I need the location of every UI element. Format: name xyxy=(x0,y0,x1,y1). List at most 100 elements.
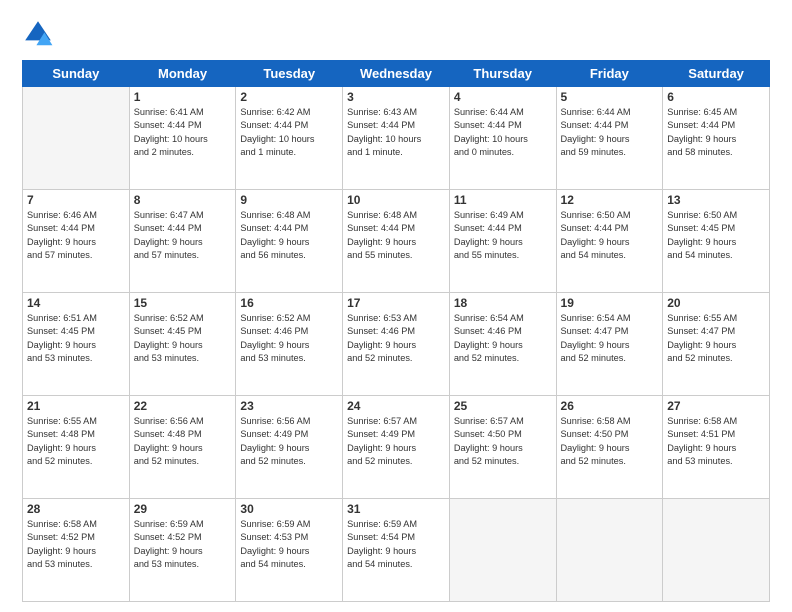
day-info: Sunrise: 6:57 AMSunset: 4:50 PMDaylight:… xyxy=(454,415,552,468)
day-info: Sunrise: 6:55 AMSunset: 4:48 PMDaylight:… xyxy=(27,415,125,468)
calendar-cell: 21 Sunrise: 6:55 AMSunset: 4:48 PMDayligh… xyxy=(23,396,130,499)
day-info: Sunrise: 6:50 AMSunset: 4:44 PMDaylight:… xyxy=(561,209,659,262)
day-number: 15 xyxy=(134,296,232,310)
calendar-cell: 2 Sunrise: 6:42 AMSunset: 4:44 PMDaylight… xyxy=(236,87,343,190)
calendar-cell: 22 Sunrise: 6:56 AMSunset: 4:48 PMDayligh… xyxy=(129,396,236,499)
calendar-cell: 13Sunrise: 6:50 AMSunset: 4:45 PMDayligh… xyxy=(663,190,770,293)
week-row-0: 1 Sunrise: 6:41 AMSunset: 4:44 PMDaylight… xyxy=(23,87,770,190)
day-number: 2 xyxy=(240,90,338,104)
calendar-cell xyxy=(556,499,663,602)
day-number: 23 xyxy=(240,399,338,413)
day-number: 21 xyxy=(27,399,125,413)
dow-header-saturday: Saturday xyxy=(663,61,770,87)
day-number: 1 xyxy=(134,90,232,104)
day-info: Sunrise: 6:41 AMSunset: 4:44 PMDaylight:… xyxy=(134,106,232,159)
week-row-3: 21 Sunrise: 6:55 AMSunset: 4:48 PMDayligh… xyxy=(23,396,770,499)
calendar-cell: 1 Sunrise: 6:41 AMSunset: 4:44 PMDaylight… xyxy=(129,87,236,190)
calendar-cell: 9 Sunrise: 6:48 AMSunset: 4:44 PMDaylight… xyxy=(236,190,343,293)
dow-header-tuesday: Tuesday xyxy=(236,61,343,87)
calendar-cell: 12 Sunrise: 6:50 AMSunset: 4:44 PMDayligh… xyxy=(556,190,663,293)
day-info: Sunrise: 6:44 AMSunset: 4:44 PMDaylight:… xyxy=(454,106,552,159)
day-info: Sunrise: 6:52 AMSunset: 4:45 PMDaylight:… xyxy=(134,312,232,365)
day-number: 16 xyxy=(240,296,338,310)
calendar-cell: 4 Sunrise: 6:44 AMSunset: 4:44 PMDaylight… xyxy=(449,87,556,190)
day-info: Sunrise: 6:58 AMSunset: 4:51 PMDaylight:… xyxy=(667,415,765,468)
day-info: Sunrise: 6:58 AMSunset: 4:52 PMDaylight:… xyxy=(27,518,125,571)
calendar-cell: 25 Sunrise: 6:57 AMSunset: 4:50 PMDayligh… xyxy=(449,396,556,499)
day-number: 31 xyxy=(347,502,445,516)
calendar-cell: 6 Sunrise: 6:45 AMSunset: 4:44 PMDaylight… xyxy=(663,87,770,190)
day-info: Sunrise: 6:54 AMSunset: 4:47 PMDaylight:… xyxy=(561,312,659,365)
calendar-cell: 27 Sunrise: 6:58 AMSunset: 4:51 PMDayligh… xyxy=(663,396,770,499)
calendar-cell: 7 Sunrise: 6:46 AMSunset: 4:44 PMDaylight… xyxy=(23,190,130,293)
day-info: Sunrise: 6:54 AMSunset: 4:46 PMDaylight:… xyxy=(454,312,552,365)
day-number: 10 xyxy=(347,193,445,207)
calendar-cell: 11Sunrise: 6:49 AMSunset: 4:44 PMDayligh… xyxy=(449,190,556,293)
calendar-cell: 14Sunrise: 6:51 AMSunset: 4:45 PMDayligh… xyxy=(23,293,130,396)
day-info: Sunrise: 6:47 AMSunset: 4:44 PMDaylight:… xyxy=(134,209,232,262)
calendar-cell: 28 Sunrise: 6:58 AMSunset: 4:52 PMDayligh… xyxy=(23,499,130,602)
day-info: Sunrise: 6:42 AMSunset: 4:44 PMDaylight:… xyxy=(240,106,338,159)
day-info: Sunrise: 6:56 AMSunset: 4:49 PMDaylight:… xyxy=(240,415,338,468)
calendar-cell: 26 Sunrise: 6:58 AMSunset: 4:50 PMDayligh… xyxy=(556,396,663,499)
calendar-cell: 16 Sunrise: 6:52 AMSunset: 4:46 PMDayligh… xyxy=(236,293,343,396)
calendar-body: 1 Sunrise: 6:41 AMSunset: 4:44 PMDaylight… xyxy=(23,87,770,602)
page: SundayMondayTuesdayWednesdayThursdayFrid… xyxy=(0,0,792,612)
day-number: 27 xyxy=(667,399,765,413)
day-number: 26 xyxy=(561,399,659,413)
week-row-1: 7 Sunrise: 6:46 AMSunset: 4:44 PMDaylight… xyxy=(23,190,770,293)
day-number: 20 xyxy=(667,296,765,310)
day-info: Sunrise: 6:50 AMSunset: 4:45 PMDaylight:… xyxy=(667,209,765,262)
day-number: 18 xyxy=(454,296,552,310)
day-info: Sunrise: 6:53 AMSunset: 4:46 PMDaylight:… xyxy=(347,312,445,365)
week-row-4: 28 Sunrise: 6:58 AMSunset: 4:52 PMDayligh… xyxy=(23,499,770,602)
day-number: 8 xyxy=(134,193,232,207)
dow-header-sunday: Sunday xyxy=(23,61,130,87)
logo-icon xyxy=(22,18,54,50)
calendar-cell: 30Sunrise: 6:59 AMSunset: 4:53 PMDayligh… xyxy=(236,499,343,602)
calendar-table: SundayMondayTuesdayWednesdayThursdayFrid… xyxy=(22,60,770,602)
day-info: Sunrise: 6:55 AMSunset: 4:47 PMDaylight:… xyxy=(667,312,765,365)
calendar-cell: 20 Sunrise: 6:55 AMSunset: 4:47 PMDayligh… xyxy=(663,293,770,396)
day-number: 19 xyxy=(561,296,659,310)
day-info: Sunrise: 6:48 AMSunset: 4:44 PMDaylight:… xyxy=(240,209,338,262)
day-info: Sunrise: 6:46 AMSunset: 4:44 PMDaylight:… xyxy=(27,209,125,262)
calendar-cell xyxy=(663,499,770,602)
day-info: Sunrise: 6:52 AMSunset: 4:46 PMDaylight:… xyxy=(240,312,338,365)
calendar-cell: 24Sunrise: 6:57 AMSunset: 4:49 PMDayligh… xyxy=(343,396,450,499)
day-number: 14 xyxy=(27,296,125,310)
day-number: 12 xyxy=(561,193,659,207)
day-number: 7 xyxy=(27,193,125,207)
week-row-2: 14Sunrise: 6:51 AMSunset: 4:45 PMDayligh… xyxy=(23,293,770,396)
day-info: Sunrise: 6:44 AMSunset: 4:44 PMDaylight:… xyxy=(561,106,659,159)
calendar-cell: 8 Sunrise: 6:47 AMSunset: 4:44 PMDaylight… xyxy=(129,190,236,293)
day-info: Sunrise: 6:56 AMSunset: 4:48 PMDaylight:… xyxy=(134,415,232,468)
calendar-cell xyxy=(23,87,130,190)
day-info: Sunrise: 6:59 AMSunset: 4:52 PMDaylight:… xyxy=(134,518,232,571)
day-number: 9 xyxy=(240,193,338,207)
day-number: 17 xyxy=(347,296,445,310)
calendar-cell: 31Sunrise: 6:59 AMSunset: 4:54 PMDayligh… xyxy=(343,499,450,602)
day-number: 28 xyxy=(27,502,125,516)
day-number: 4 xyxy=(454,90,552,104)
day-info: Sunrise: 6:45 AMSunset: 4:44 PMDaylight:… xyxy=(667,106,765,159)
calendar-cell: 18 Sunrise: 6:54 AMSunset: 4:46 PMDayligh… xyxy=(449,293,556,396)
calendar-cell: 23 Sunrise: 6:56 AMSunset: 4:49 PMDayligh… xyxy=(236,396,343,499)
calendar-cell: 10Sunrise: 6:48 AMSunset: 4:44 PMDayligh… xyxy=(343,190,450,293)
dow-header-thursday: Thursday xyxy=(449,61,556,87)
day-info: Sunrise: 6:49 AMSunset: 4:44 PMDaylight:… xyxy=(454,209,552,262)
calendar-cell: 19 Sunrise: 6:54 AMSunset: 4:47 PMDayligh… xyxy=(556,293,663,396)
day-number: 5 xyxy=(561,90,659,104)
day-number: 25 xyxy=(454,399,552,413)
calendar-cell: 5 Sunrise: 6:44 AMSunset: 4:44 PMDaylight… xyxy=(556,87,663,190)
calendar-cell xyxy=(449,499,556,602)
day-number: 22 xyxy=(134,399,232,413)
day-info: Sunrise: 6:43 AMSunset: 4:44 PMDaylight:… xyxy=(347,106,445,159)
calendar-cell: 29 Sunrise: 6:59 AMSunset: 4:52 PMDayligh… xyxy=(129,499,236,602)
calendar-cell: 15 Sunrise: 6:52 AMSunset: 4:45 PMDayligh… xyxy=(129,293,236,396)
calendar-cell: 17 Sunrise: 6:53 AMSunset: 4:46 PMDayligh… xyxy=(343,293,450,396)
day-info: Sunrise: 6:58 AMSunset: 4:50 PMDaylight:… xyxy=(561,415,659,468)
day-number: 29 xyxy=(134,502,232,516)
day-info: Sunrise: 6:59 AMSunset: 4:53 PMDaylight:… xyxy=(240,518,338,571)
day-number: 6 xyxy=(667,90,765,104)
